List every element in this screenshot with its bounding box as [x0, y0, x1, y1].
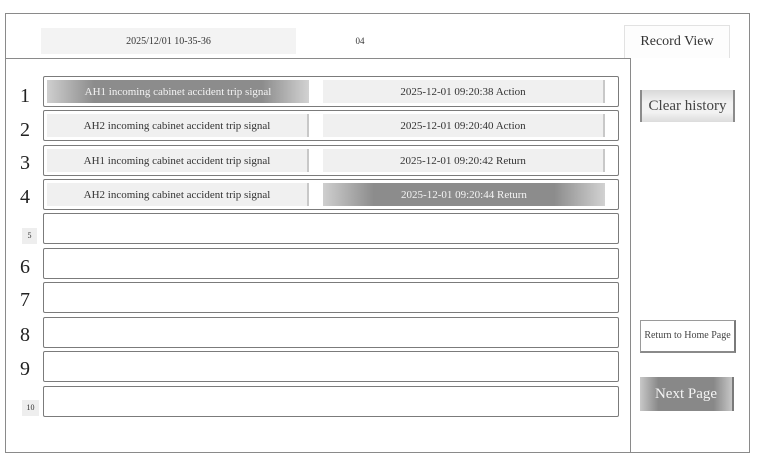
row-index-6: 6 — [20, 256, 30, 278]
record-row-4[interactable]: AH2 incoming cabinet accident trip signa… — [43, 179, 619, 210]
row-index-7: 7 — [20, 289, 30, 311]
record-signal: AH2 incoming cabinet accident trip signa… — [47, 114, 309, 137]
sidebar-divider — [630, 58, 631, 453]
row-index-1: 1 — [20, 85, 30, 107]
record-row-6[interactable] — [43, 248, 619, 279]
record-row-3[interactable]: AH1 incoming cabinet accident trip signa… — [43, 145, 619, 176]
record-row-5[interactable] — [43, 213, 619, 244]
record-time-status: 2025-12-01 09:20:40 Action — [323, 114, 605, 137]
row-index-5: 5 — [22, 228, 37, 244]
next-page-button[interactable]: Next Page — [640, 377, 734, 411]
record-row-7[interactable] — [43, 282, 619, 313]
row-index-8: 8 — [20, 324, 30, 346]
record-row-1[interactable]: AH1 incoming cabinet accident trip signa… — [43, 76, 619, 107]
row-index-3: 3 — [20, 152, 30, 174]
row-index-4: 4 — [20, 186, 30, 208]
record-row-8[interactable] — [43, 317, 619, 348]
record-signal: AH1 incoming cabinet accident trip signa… — [47, 149, 309, 172]
record-signal: AH1 incoming cabinet accident trip signa… — [47, 80, 309, 103]
header-divider — [5, 58, 631, 59]
page-number: 04 — [355, 36, 365, 46]
tab-record-view[interactable]: Record View — [624, 25, 730, 58]
record-row-2[interactable]: AH2 incoming cabinet accident trip signa… — [43, 110, 619, 141]
record-signal: AH2 incoming cabinet accident trip signa… — [47, 183, 309, 206]
record-time-status: 2025-12-01 09:20:42 Return — [323, 149, 605, 172]
record-time-status: 2025-12-01 09:20:38 Action — [323, 80, 605, 103]
return-home-button[interactable]: Return to Home Page — [640, 320, 736, 353]
record-time-status: 2025-12-01 09:20:44 Return — [323, 183, 605, 206]
record-row-9[interactable] — [43, 351, 619, 382]
clear-history-button[interactable]: Clear history — [640, 90, 735, 122]
row-index-2: 2 — [20, 119, 30, 141]
record-row-10[interactable] — [43, 386, 619, 417]
row-index-9: 9 — [20, 358, 30, 380]
current-datetime: 2025/12/01 10-35-36 — [41, 28, 296, 54]
row-index-10: 10 — [22, 400, 39, 416]
